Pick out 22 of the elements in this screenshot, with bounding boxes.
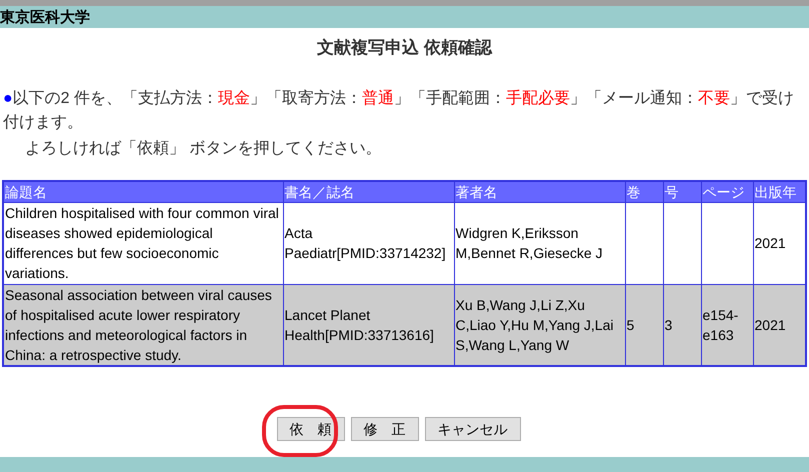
column-header: 号 (663, 180, 701, 202)
instruction-text: よろしければ「依頼」 ボタンを押してください。 (24, 138, 382, 158)
column-header: 著者名 (454, 180, 625, 202)
action-button[interactable]: キャンセル (424, 417, 520, 441)
page-title: 文献複写申込 依頼確認 (317, 37, 492, 59)
table-cell: Acta Paediatr[PMID:33714232] (283, 202, 454, 284)
table-cell: Widgren K,Eriksson M,Bennet R,Giesecke J (454, 202, 625, 284)
confirmation-message: ●以下の2 件を、「支払方法：現金」「取寄方法：普通」「手配範囲：手配必要」「メール通知：不要」で受け付けます。 (3, 88, 796, 132)
table-cell: 5 (625, 284, 663, 366)
table-cell: Seasonal association between viral causes of hospitalised acute lower respiratory infections and meteorological factors in China: a retrospective study. (3, 284, 283, 366)
action-button[interactable]: 修 正 (350, 417, 418, 441)
column-header: 巻 (625, 180, 663, 202)
column-header: ページ (701, 180, 753, 202)
action-button[interactable]: 依 頼 (276, 417, 344, 441)
table-cell: 3 (663, 284, 701, 366)
table-cell: e154-e163 (701, 284, 753, 366)
table-cell: Lancet Planet Health[PMID:33713616] (283, 284, 454, 366)
column-header: 論題名 (3, 180, 283, 202)
table-cell: Children hospitalised with four common viral diseases showed epidemiological differences but few socioeconomic variations. (3, 202, 283, 284)
column-header: 書名／誌名 (283, 180, 454, 202)
header-title: 東京医科大学 (0, 10, 90, 24)
table-cell: Xu B,Wang J,Li Z,Xu C,Liao Y,Hu M,Yang J,Lai S,Wang L,Yang W (454, 284, 625, 366)
